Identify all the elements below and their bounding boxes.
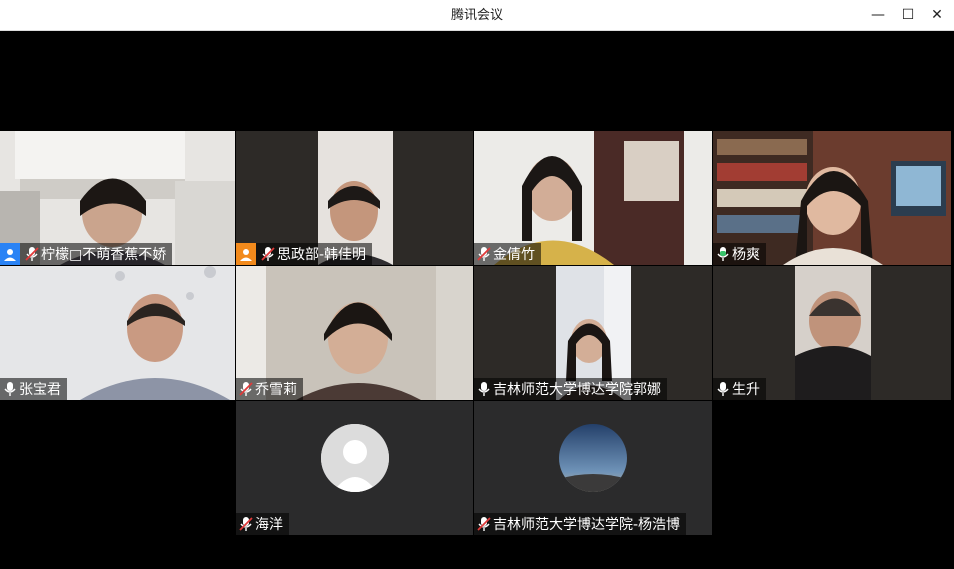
mic-icon (477, 381, 491, 397)
participant-name-tag: 思政部-韩佳明 (236, 243, 373, 265)
participant-name: 吉林师范大学博达学院郭娜 (493, 382, 661, 398)
profile-photo-avatar (559, 424, 627, 492)
video-grid: 柠檬□不萌香蕉不娇 思政部-韩佳明 金倩竹 杨爽 张宝君 乔雪莉 吉林师范大学博… (0, 131, 954, 537)
video-tile-1[interactable]: 柠檬□不萌香蕉不娇 (0, 131, 235, 265)
mic-muted-icon (477, 246, 491, 262)
participant-name-tag: 张宝君 (0, 378, 67, 400)
mic-muted-icon (239, 381, 253, 397)
participant-name: 乔雪莉 (255, 382, 297, 398)
participant-name-tag: 生升 (713, 378, 766, 400)
close-button[interactable]: ✕ (922, 0, 952, 31)
video-tile-7[interactable]: 吉林师范大学博达学院郭娜 (474, 266, 712, 400)
participant-name: 吉林师范大学博达学院-杨浩博 (493, 517, 681, 533)
mic-icon (716, 381, 730, 397)
default-avatar-icon (320, 424, 389, 492)
participant-name: 生升 (732, 382, 760, 398)
participant-name: 张宝君 (19, 382, 61, 398)
maximize-button[interactable]: ☐ (893, 0, 923, 31)
participant-name-tag: 乔雪莉 (236, 378, 303, 400)
minimize-button[interactable]: — (863, 0, 893, 31)
video-tile-4-active-speaker[interactable]: 杨爽 (713, 131, 951, 265)
participant-name: 杨爽 (732, 247, 760, 263)
mic-muted-icon (25, 246, 39, 262)
video-stage: 柠檬□不萌香蕉不娇 思政部-韩佳明 金倩竹 杨爽 张宝君 乔雪莉 吉林师范大学博… (0, 31, 954, 569)
video-tile-3[interactable]: 金倩竹 (474, 131, 712, 265)
participant-name-tag: 海洋 (236, 513, 289, 535)
mic-muted-icon (477, 516, 491, 532)
participant-name-tag: 杨爽 (713, 243, 766, 265)
cohost-icon (236, 243, 256, 265)
participant-name: 柠檬□不萌香蕉不娇 (41, 247, 167, 263)
window-title: 腾讯会议 (450, 8, 503, 23)
mic-muted-icon (239, 516, 253, 532)
title-bar: 腾讯会议 — ☐ ✕ (0, 0, 954, 31)
host-icon (0, 243, 20, 265)
participant-name-tag: 吉林师范大学博达学院郭娜 (474, 378, 667, 400)
participant-name-tag: 金倩竹 (474, 243, 541, 265)
participant-name: 金倩竹 (493, 247, 535, 263)
video-tile-9-camera-off[interactable]: 海洋 (236, 401, 473, 535)
participant-name-tag: 吉林师范大学博达学院-杨浩博 (474, 513, 687, 535)
video-tile-2[interactable]: 思政部-韩佳明 (236, 131, 473, 265)
participant-name: 海洋 (255, 517, 283, 533)
mic-speaking-icon (716, 246, 730, 262)
video-tile-6[interactable]: 乔雪莉 (236, 266, 473, 400)
video-tile-8[interactable]: 生升 (713, 266, 951, 400)
mic-icon (3, 381, 17, 397)
participant-name: 思政部-韩佳明 (277, 247, 367, 263)
mic-muted-icon (261, 246, 275, 262)
participant-name-tag: 柠檬□不萌香蕉不娇 (0, 243, 173, 265)
video-tile-10-camera-off[interactable]: 吉林师范大学博达学院-杨浩博 (474, 401, 712, 535)
video-tile-5[interactable]: 张宝君 (0, 266, 235, 400)
